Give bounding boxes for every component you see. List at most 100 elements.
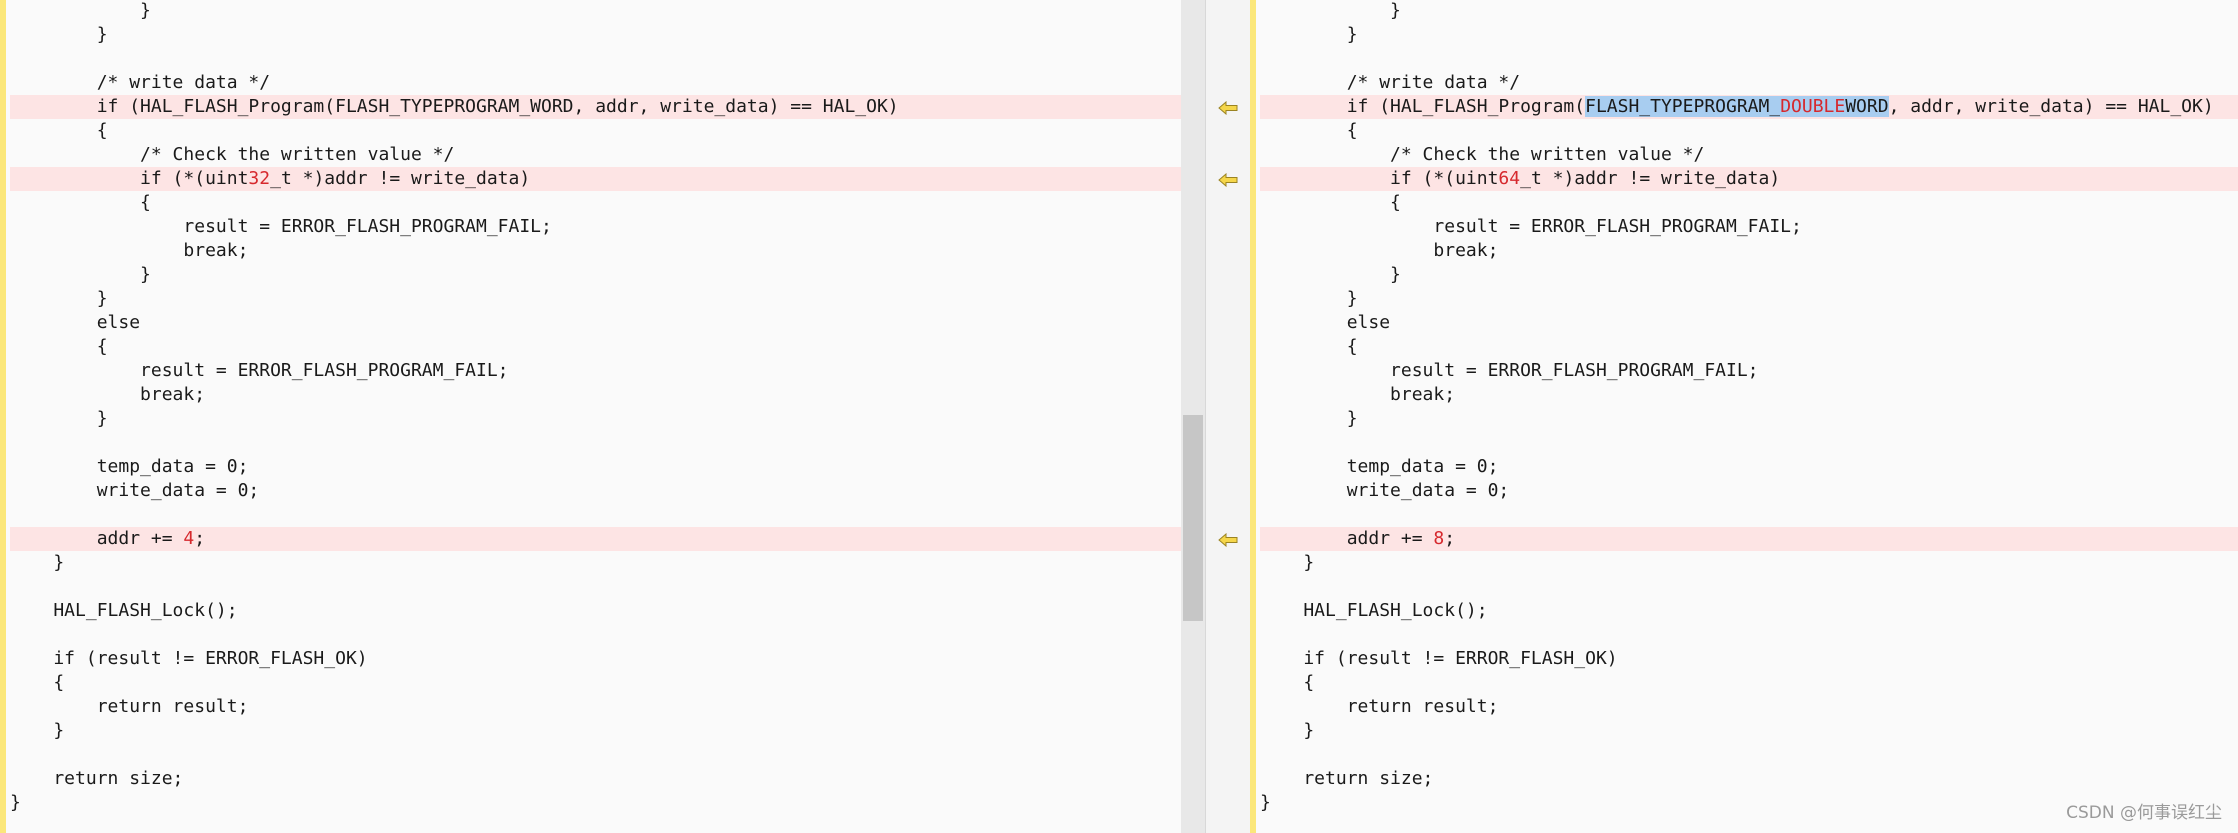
left-code-line: temp_data = 0; [10, 455, 1181, 479]
code-text: { [10, 336, 108, 357]
left-code-line: } [10, 719, 1181, 743]
code-text: { [1260, 192, 1401, 213]
code-text: break; [10, 384, 206, 405]
right-code-line: } [1260, 287, 2238, 311]
code-text: } [10, 408, 108, 429]
left-code-line: result = ERROR_FLASH_PROGRAM_FAIL; [10, 215, 1181, 239]
changed-text: 32 [248, 168, 271, 189]
code-text: break; [10, 240, 249, 261]
code-text: } [10, 0, 151, 21]
changed-text: 8 [1433, 528, 1445, 549]
left-code-pane[interactable]: } } /* write data */ if (HAL_FLASH_Progr… [0, 0, 1181, 833]
right-code-line: result = ERROR_FLASH_PROGRAM_FAIL; [1260, 215, 2238, 239]
code-text: else [1260, 312, 1391, 333]
left-code-line: result = ERROR_FLASH_PROGRAM_FAIL; [10, 359, 1181, 383]
left-code-line: if (result != ERROR_FLASH_OK) [10, 647, 1181, 671]
code-text: return size; [10, 768, 184, 789]
code-text: { [10, 672, 65, 693]
right-code-line: write_data = 0; [1260, 479, 2238, 503]
code-text: { [1260, 120, 1358, 141]
code-text: { [10, 120, 108, 141]
code-text: } [1260, 24, 1358, 45]
right-changed-code-line: if (*(uint64_t *)addr != write_data) [1260, 167, 2238, 191]
left-code-line: return result; [10, 695, 1181, 719]
right-changed-code-line: addr += 8; [1260, 527, 2238, 551]
right-code-line: } [1260, 263, 2238, 287]
right-code-line: { [1260, 671, 2238, 695]
right-code-line: } [1260, 551, 2238, 575]
code-text: } [10, 792, 21, 813]
right-code-pane[interactable]: } } /* write data */ if (HAL_FLASH_Progr… [1250, 0, 2238, 833]
right-code-line: result = ERROR_FLASH_PROGRAM_FAIL; [1260, 359, 2238, 383]
right-code-line: temp_data = 0; [1260, 455, 2238, 479]
right-code-line: } [1260, 407, 2238, 431]
copy-left-arrow-icon[interactable] [1218, 532, 1238, 548]
left-code-line: break; [10, 383, 1181, 407]
right-code-line: } [1260, 23, 2238, 47]
code-text: } [10, 720, 65, 741]
selected-changed-text: DOUBLE [1780, 96, 1846, 117]
code-text: addr += [1260, 528, 1434, 549]
code-text: write_data = 0; [1260, 480, 1510, 501]
left-code-line [10, 623, 1181, 647]
code-text: if (*(uint [10, 168, 249, 189]
code-text: ; [194, 528, 206, 549]
code-text: result = ERROR_FLASH_PROGRAM_FAIL; [1260, 360, 1759, 381]
left-code-line [10, 47, 1181, 71]
code-text: } [1260, 0, 1401, 21]
left-code-line [10, 743, 1181, 767]
code-text: temp_data = 0; [1260, 456, 1499, 477]
right-code-line [1260, 623, 2238, 647]
code-text: /* Check the written value */ [10, 144, 455, 165]
code-text: _t *)addr != write_data) [270, 168, 531, 189]
right-code-line: break; [1260, 239, 2238, 263]
right-code-line: { [1260, 119, 2238, 143]
code-text: { [1260, 336, 1358, 357]
code-text: return result; [1260, 696, 1499, 717]
code-text: result = ERROR_FLASH_PROGRAM_FAIL; [10, 360, 509, 381]
right-changed-code-line: if (HAL_FLASH_Program(FLASH_TYPEPROGRAM_… [1260, 95, 2238, 119]
code-text: if (*(uint [1260, 168, 1499, 189]
code-text: break; [1260, 384, 1456, 405]
right-code-line [1260, 743, 2238, 767]
left-diff-gutter [0, 0, 6, 833]
right-code-line: /* write data */ [1260, 71, 2238, 95]
selected-text: WORD [1845, 96, 1889, 117]
code-text: return size; [1260, 768, 1434, 789]
code-text: if (result != ERROR_FLASH_OK) [10, 648, 368, 669]
left-changed-code-line: if (*(uint32_t *)addr != write_data) [10, 167, 1181, 191]
copy-left-arrow-icon[interactable] [1218, 100, 1238, 116]
left-code-line: /* write data */ [10, 71, 1181, 95]
code-text: } [1260, 288, 1358, 309]
copy-left-arrow-icon[interactable] [1218, 172, 1238, 188]
code-text: if (result != ERROR_FLASH_OK) [1260, 648, 1618, 669]
left-code-line: /* Check the written value */ [10, 143, 1181, 167]
code-text: { [10, 192, 151, 213]
code-text: HAL_FLASH_Lock(); [1260, 600, 1488, 621]
code-text: } [10, 552, 65, 573]
changed-text: 64 [1498, 168, 1521, 189]
code-text: } [10, 264, 151, 285]
code-text: { [1260, 672, 1315, 693]
left-code-line: else [10, 311, 1181, 335]
left-code-line: } [10, 263, 1181, 287]
code-text: HAL_FLASH_Lock(); [10, 600, 238, 621]
code-text: } [1260, 552, 1315, 573]
left-code-line: } [10, 791, 1181, 815]
code-text: } [1260, 720, 1315, 741]
right-code-line: { [1260, 335, 2238, 359]
code-text: /* write data */ [10, 72, 271, 93]
scrollbar-thumb[interactable] [1183, 415, 1203, 621]
right-code-line: { [1260, 191, 2238, 215]
right-code-line [1260, 431, 2238, 455]
code-text: break; [1260, 240, 1499, 261]
left-code-line: return size; [10, 767, 1181, 791]
vertical-scrollbar[interactable] [1181, 0, 1205, 833]
code-text: /* write data */ [1260, 72, 1521, 93]
code-text: write_data = 0; [10, 480, 260, 501]
right-code-line: return result; [1260, 695, 2238, 719]
left-changed-code-line: if (HAL_FLASH_Program(FLASH_TYPEPROGRAM_… [10, 95, 1181, 119]
left-code-line [10, 431, 1181, 455]
right-code-line: if (result != ERROR_FLASH_OK) [1260, 647, 2238, 671]
right-code-line: return size; [1260, 767, 2238, 791]
